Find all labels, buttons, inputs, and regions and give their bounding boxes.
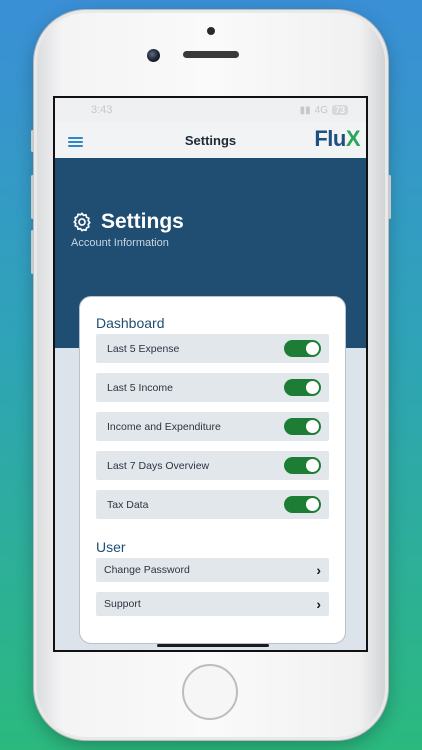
home-button[interactable] — [182, 664, 238, 720]
setting-row-tax-data: Tax Data — [96, 490, 329, 519]
page-subtitle: Account Information — [71, 237, 169, 249]
proximity-sensor — [207, 27, 215, 35]
setting-label: Last 7 Days Overview — [107, 459, 210, 472]
toggle-switch[interactable] — [284, 457, 321, 474]
toggle-switch[interactable] — [284, 496, 321, 513]
toggle-switch[interactable] — [284, 418, 321, 435]
setting-label: Last 5 Expense — [107, 342, 180, 355]
support-row[interactable]: Support › — [96, 592, 329, 616]
chevron-right-icon: › — [316, 596, 321, 612]
setting-label: Tax Data — [107, 498, 149, 511]
change-password-row[interactable]: Change Password › — [96, 558, 329, 582]
setting-label: Last 5 Income — [107, 381, 173, 394]
status-time: 3:43 — [91, 104, 113, 116]
link-label: Change Password — [104, 564, 190, 576]
nav-title: Settings — [184, 132, 237, 148]
status-bar: 3:43 ▮▮ 4G 73 — [55, 98, 366, 122]
setting-row-last-5-income: Last 5 Income — [96, 373, 329, 402]
power-button — [388, 175, 391, 219]
user-section-title: User — [96, 539, 126, 555]
volume-down-button — [31, 230, 34, 274]
front-camera — [147, 49, 160, 62]
link-label: Support — [104, 598, 141, 610]
toggle-switch[interactable] — [284, 379, 321, 396]
nav-bar: Settings FluX — [55, 122, 366, 158]
mute-switch — [31, 130, 34, 152]
setting-row-last-7-days: Last 7 Days Overview — [96, 451, 329, 480]
earpiece-speaker — [183, 51, 239, 58]
page-title: Settings — [101, 210, 184, 233]
gear-icon — [73, 212, 91, 232]
phone-screen: 3:43 ▮▮ 4G 73 Settings FluX Settings Acc… — [53, 96, 368, 652]
volume-up-button — [31, 175, 34, 219]
menu-icon[interactable] — [68, 137, 83, 147]
setting-label: Income and Expenditure — [107, 420, 221, 433]
toggle-switch[interactable] — [284, 340, 321, 357]
battery-icon: 73 — [331, 105, 348, 115]
flux-logo: FluX — [314, 126, 360, 151]
setting-row-income-expenditure: Income and Expenditure — [96, 412, 329, 441]
home-indicator — [157, 644, 269, 647]
signal-icon: ▮▮ — [299, 104, 311, 116]
setting-row-last-5-expense: Last 5 Expense — [96, 334, 329, 363]
chevron-right-icon: › — [316, 562, 321, 578]
network-label: 4G — [314, 104, 328, 116]
settings-card: Dashboard Last 5 Expense Last 5 Income I… — [79, 296, 346, 644]
dashboard-section-title: Dashboard — [96, 315, 165, 331]
